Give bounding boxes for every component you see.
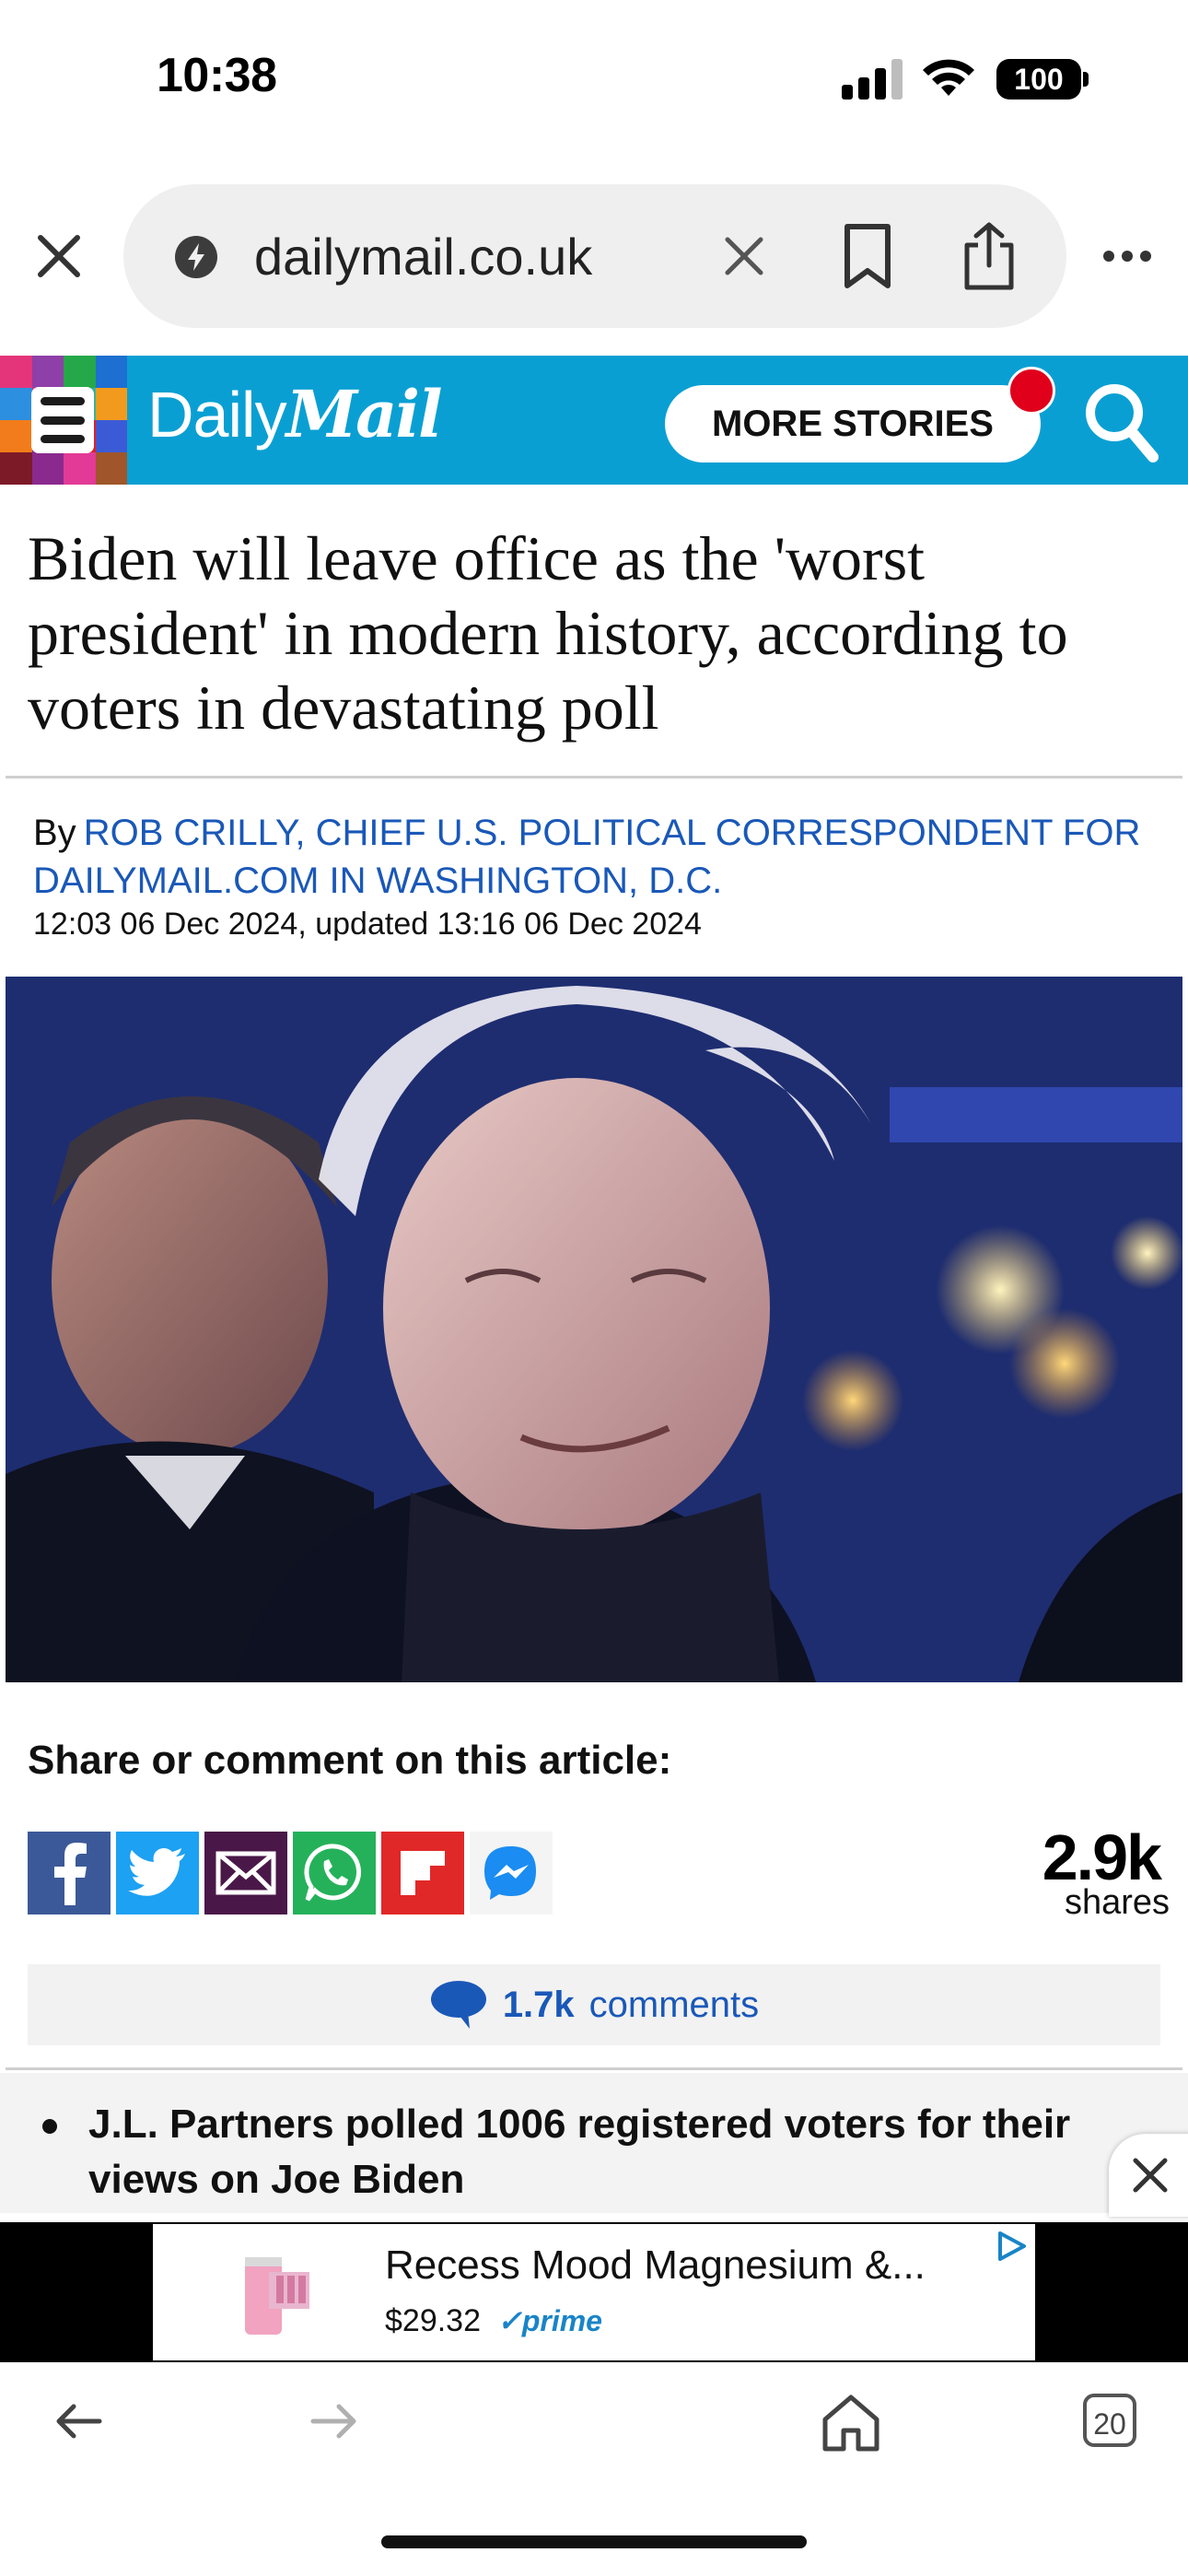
byline: By ROB CRILLY, CHIEF U.S. POLITICAL CORRE… — [33, 809, 1157, 905]
site-info-icon[interactable] — [175, 236, 217, 278]
hamburger-menu-icon[interactable] — [31, 387, 94, 453]
divider — [6, 2067, 1182, 2070]
wifi-icon — [923, 59, 974, 96]
more-dots-icon[interactable] — [1101, 249, 1153, 263]
share-icon[interactable] — [960, 221, 1019, 291]
product-thumbnail[interactable] — [208, 2244, 319, 2344]
ad-price: $29.32 — [385, 2303, 481, 2338]
whatsapp-icon[interactable] — [293, 1832, 376, 1914]
article-dateline: 12:03 06 Dec 2024, updated 13:16 06 Dec … — [33, 907, 702, 942]
twitter-icon[interactable] — [116, 1832, 199, 1914]
share-buttons — [28, 1832, 553, 1914]
tabs-button[interactable]: 20 — [1083, 2394, 1136, 2447]
status-time: 10:38 — [157, 49, 277, 102]
article-headline: Biden will leave office as the 'worst pr… — [28, 523, 1068, 743]
byline-prefix: By — [33, 813, 76, 853]
forward-arrow-icon[interactable] — [309, 2401, 361, 2441]
ad-close-button[interactable] — [1109, 2134, 1188, 2217]
adchoices-icon[interactable] — [995, 2230, 1028, 2263]
url-text[interactable]: dailymail.co.uk — [254, 227, 592, 287]
back-arrow-icon[interactable] — [52, 2401, 103, 2441]
cellular-signal-icon — [842, 59, 903, 100]
ad-title[interactable]: Recess Mood Magnesium &... — [385, 2242, 926, 2289]
facebook-icon[interactable] — [28, 1832, 111, 1914]
clear-icon[interactable] — [718, 230, 770, 282]
summary-bullet: J.L. Partners polled 1006 registered vot… — [88, 2102, 1071, 2202]
search-icon[interactable] — [1079, 378, 1162, 466]
article-photo[interactable] — [6, 977, 1182, 1682]
messenger-icon[interactable] — [470, 1832, 553, 1914]
email-icon[interactable] — [204, 1832, 287, 1914]
comments-label: comments — [588, 1984, 760, 2025]
divider — [6, 776, 1182, 779]
home-icon[interactable] — [820, 2392, 882, 2454]
comment-bubble-icon — [430, 1981, 486, 2029]
battery-icon: 100 — [996, 59, 1081, 100]
comments-count: 1.7k — [502, 1984, 575, 2025]
notification-dot — [1007, 367, 1055, 415]
site-logo[interactable]: DailyMail — [147, 376, 443, 452]
comments-button[interactable]: 1.7k comments — [28, 1964, 1160, 2045]
bullet-dot — [42, 2119, 57, 2134]
close-icon — [1133, 2158, 1168, 2193]
share-count: 2.9k — [1042, 1821, 1162, 1893]
battery-tip — [1083, 72, 1089, 87]
bookmark-icon[interactable] — [840, 223, 895, 289]
author-link[interactable]: ROB CRILLY, CHIEF U.S. POLITICAL CORRESP… — [33, 813, 1140, 901]
more-stories-button[interactable]: MORE STORIES — [665, 385, 1041, 463]
share-title: Share or comment on this article: — [28, 1738, 672, 1783]
home-indicator — [381, 2535, 807, 2548]
close-icon[interactable] — [31, 228, 87, 284]
flipboard-icon[interactable] — [381, 1832, 464, 1914]
prime-badge: ✓prime — [497, 2304, 602, 2337]
share-count-label: shares — [1064, 1883, 1170, 1922]
